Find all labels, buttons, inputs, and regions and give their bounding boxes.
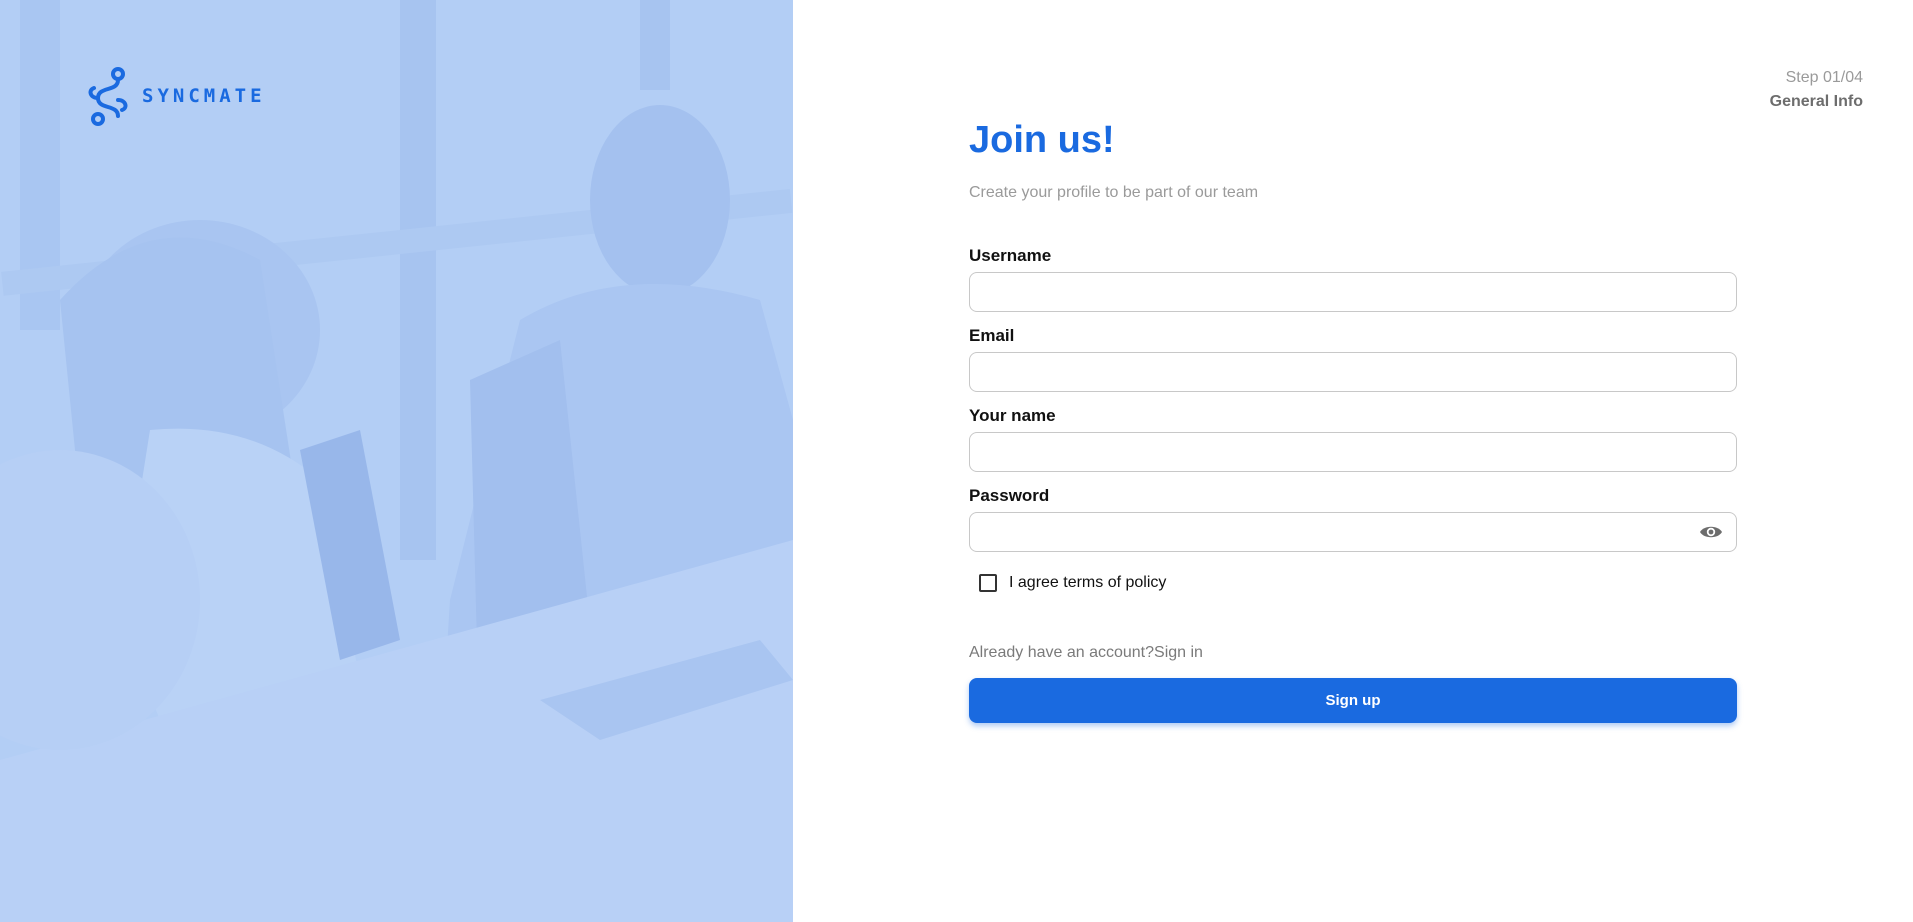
agree-terms-row: I agree terms of policy	[979, 574, 1737, 592]
username-label: Username	[969, 246, 1052, 265]
hero-panel: SYNCMATE	[0, 0, 793, 922]
office-photo-image	[0, 0, 793, 922]
agree-terms-label: I agree terms of policy	[1009, 574, 1167, 591]
eye-icon[interactable]	[1699, 522, 1723, 542]
signin-link[interactable]: Sign in	[1154, 644, 1203, 661]
name-field-group: Your name	[969, 406, 1737, 472]
name-input-wrap	[969, 432, 1737, 472]
password-field-group: Password	[969, 486, 1737, 552]
form-panel: Step 01/04 General Info Join us! Create …	[793, 0, 1913, 922]
signin-prompt: Already have an account?Sign in	[969, 644, 1737, 662]
step-name: General Info	[1769, 93, 1863, 110]
brand-name: SYNCMATE	[142, 85, 266, 107]
email-input[interactable]	[969, 352, 1737, 392]
signup-form: Join us! Create your profile to be part …	[969, 116, 1737, 723]
signup-button[interactable]: Sign up	[969, 678, 1737, 723]
agree-terms-checkbox[interactable]	[979, 574, 997, 592]
step-indicator: Step 01/04 General Info	[1770, 66, 1863, 114]
email-input-wrap	[969, 352, 1737, 392]
username-input[interactable]	[969, 272, 1737, 312]
email-label: Email	[969, 326, 1015, 345]
username-field-group: Username	[969, 246, 1737, 312]
password-input-wrap	[969, 512, 1737, 552]
syncmate-logo-icon	[88, 67, 128, 126]
email-field-group: Email	[969, 326, 1737, 392]
name-input[interactable]	[969, 432, 1737, 472]
page-title: Join us!	[969, 119, 1115, 161]
name-label: Your name	[969, 406, 1056, 425]
signup-page: SYNCMATE Step 01/04 General Info Join us…	[0, 0, 1913, 922]
form-fields: Username Email Your name Password	[969, 246, 1737, 552]
step-count: Step 01/04	[1785, 69, 1863, 86]
password-label: Password	[969, 486, 1050, 505]
signin-prompt-text: Already have an account?	[969, 644, 1155, 661]
brand-logo[interactable]: SYNCMATE	[84, 66, 266, 126]
page-subtitle: Create your profile to be part of our te…	[969, 184, 1259, 201]
password-input[interactable]	[969, 512, 1737, 552]
username-input-wrap	[969, 272, 1737, 312]
